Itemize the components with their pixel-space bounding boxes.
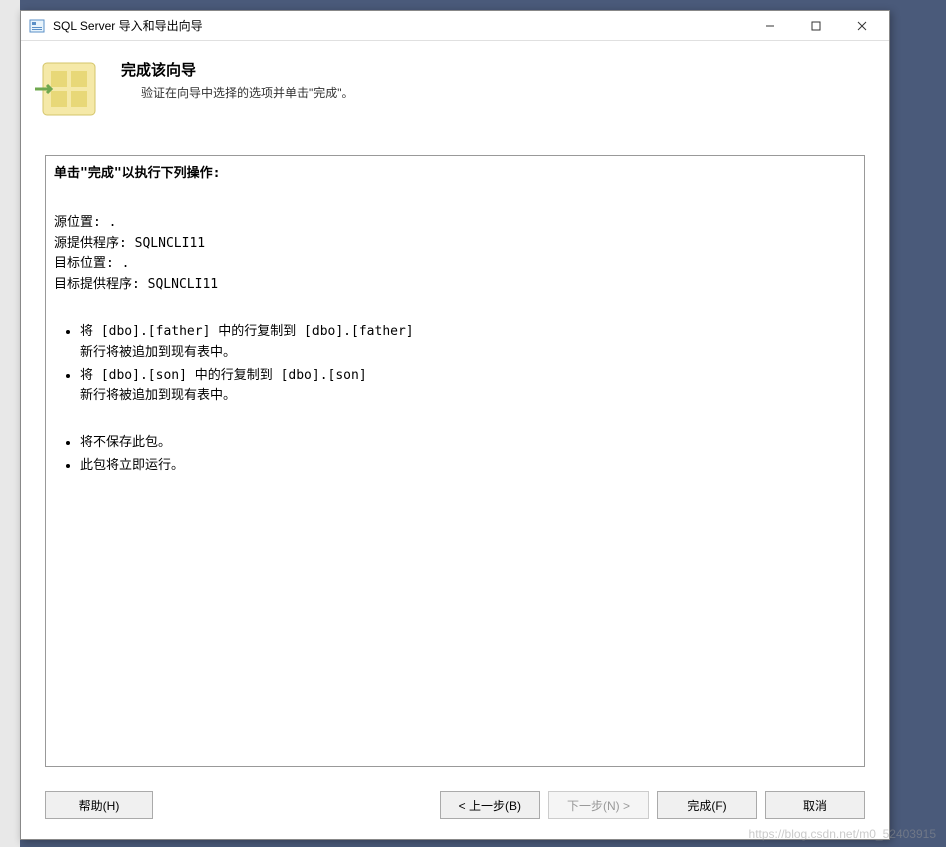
target-provider: 目标提供程序: SQLNCLI11 [54, 275, 856, 296]
target-location: 目标位置: . [54, 254, 856, 275]
source-provider: 源提供程序: SQLNCLI11 [54, 234, 856, 255]
list-item: 将 [dbo].[father] 中的行复制到 [dbo].[father] 新… [80, 322, 856, 364]
list-item: 将 [dbo].[son] 中的行复制到 [dbo].[son] 新行将被追加到… [80, 366, 856, 408]
help-button[interactable]: 帮助(H) [45, 791, 153, 819]
copy-operations-list: 将 [dbo].[father] 中的行复制到 [dbo].[father] 新… [54, 322, 856, 407]
button-bar: 帮助(H) < 上一步(B) 下一步(N) > 完成(F) 取消 [21, 777, 889, 839]
summary-heading: 单击"完成"以执行下列操作: [54, 164, 856, 185]
source-location: 源位置: . [54, 213, 856, 234]
background-fragment [0, 0, 20, 847]
finish-button[interactable]: 完成(F) [657, 791, 757, 819]
list-item: 将不保存此包。 [80, 433, 856, 454]
location-info: 源位置: . 源提供程序: SQLNCLI11 目标位置: . 目标提供程序: … [54, 213, 856, 296]
wizard-icon [33, 53, 105, 125]
close-button[interactable] [839, 12, 885, 40]
wizard-header: 完成该向导 验证在向导中选择的选项并单击"完成"。 [21, 41, 889, 145]
copy-item-sub: 新行将被追加到现有表中。 [80, 343, 856, 364]
maximize-button[interactable] [793, 12, 839, 40]
page-subtitle: 验证在向导中选择的选项并单击"完成"。 [121, 84, 869, 101]
content-area: 单击"完成"以执行下列操作: 源位置: . 源提供程序: SQLNCLI11 目… [21, 145, 889, 777]
window-title: SQL Server 导入和导出向导 [53, 17, 747, 34]
copy-item-main: 将 [dbo].[son] 中的行复制到 [dbo].[son] [80, 368, 367, 383]
list-item: 此包将立即运行。 [80, 456, 856, 477]
nav-button-group: < 上一步(B) 下一步(N) > 完成(F) 取消 [440, 791, 865, 819]
titlebar: SQL Server 导入和导出向导 [21, 11, 889, 41]
next-button: 下一步(N) > [548, 791, 649, 819]
app-icon [29, 18, 45, 34]
wizard-dialog: SQL Server 导入和导出向导 完成该向导 [20, 10, 890, 840]
summary-panel: 单击"完成"以执行下列操作: 源位置: . 源提供程序: SQLNCLI11 目… [45, 155, 865, 767]
page-title: 完成该向导 [121, 59, 869, 80]
copy-item-sub: 新行将被追加到现有表中。 [80, 386, 856, 407]
back-button[interactable]: < 上一步(B) [440, 791, 540, 819]
copy-item-main: 将 [dbo].[father] 中的行复制到 [dbo].[father] [80, 324, 414, 339]
window-controls [747, 12, 885, 40]
header-text: 完成该向导 验证在向导中选择的选项并单击"完成"。 [121, 53, 869, 101]
package-info-list: 将不保存此包。 此包将立即运行。 [54, 433, 856, 477]
minimize-button[interactable] [747, 12, 793, 40]
cancel-button[interactable]: 取消 [765, 791, 865, 819]
